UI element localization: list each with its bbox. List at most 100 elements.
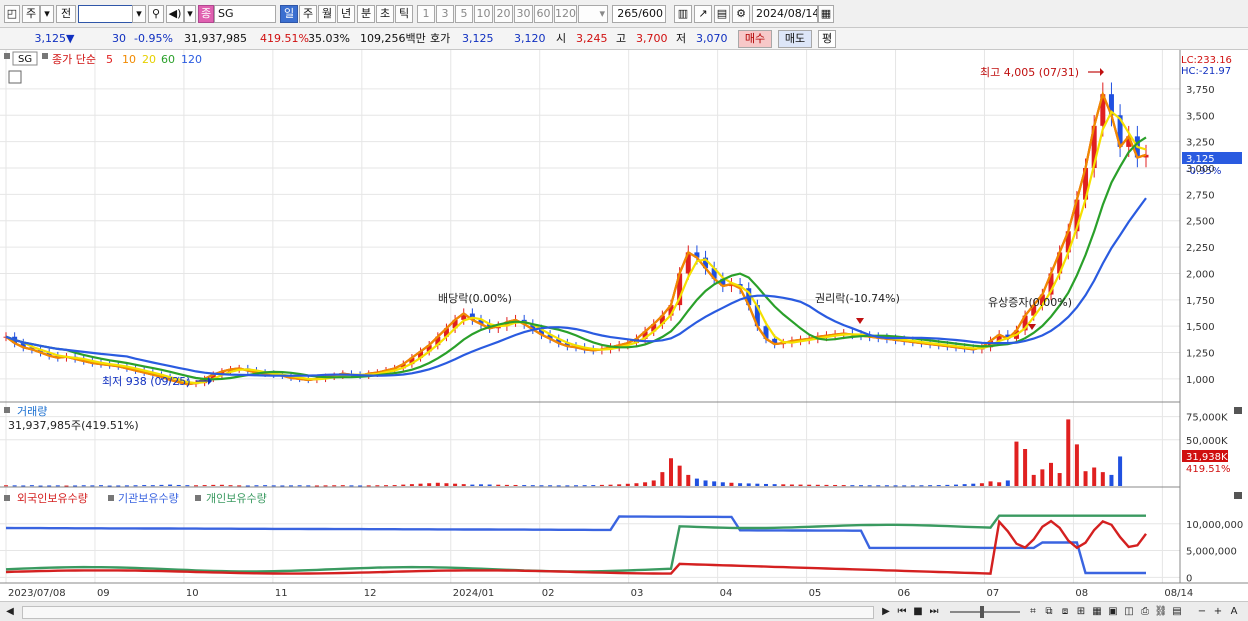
interval-20-button[interactable]: 20 xyxy=(494,5,513,23)
link-icon[interactable]: ⛓ xyxy=(1154,605,1168,619)
zoom-in-button[interactable]: + xyxy=(1212,605,1224,619)
volume-bar xyxy=(107,485,112,487)
image-icon[interactable]: ▤ xyxy=(1170,605,1184,619)
x-tick-label: 07 xyxy=(986,588,999,599)
search-icon[interactable]: ⚲ xyxy=(148,5,164,23)
chart-svg[interactable]: SG 종가 단순 5 10 20 60 120 LC:233.16 HC:-21… xyxy=(0,50,1248,602)
type-dropdown-icon[interactable]: ▾ xyxy=(40,5,54,23)
stock-name-field[interactable]: SG xyxy=(214,5,276,23)
type-select[interactable]: 주 xyxy=(22,5,40,23)
tab-month[interactable]: 월 xyxy=(318,5,336,23)
interval-60-button[interactable]: 60 xyxy=(534,5,553,23)
zoom-out-button[interactable]: − xyxy=(1196,605,1208,619)
ma-60-label: 60 xyxy=(161,53,175,66)
stock-code-input[interactable]: 255220 xyxy=(78,5,134,23)
volume-bar xyxy=(150,485,155,487)
layout-icon[interactable]: ◫ xyxy=(1122,605,1136,619)
volume-bar xyxy=(634,483,639,486)
tab-day[interactable]: 일 xyxy=(280,5,298,23)
volume-bar xyxy=(55,485,60,487)
sell-button[interactable]: 매도 xyxy=(778,30,812,48)
volume-bar xyxy=(556,485,561,487)
sector-badge[interactable]: 종 xyxy=(198,5,214,23)
tab-minute[interactable]: 분 xyxy=(357,5,375,23)
zoom-slider-handle[interactable] xyxy=(980,606,984,618)
interval-3-button[interactable]: 3 xyxy=(436,5,454,23)
volume-bar xyxy=(1040,469,1045,486)
crosshair-icon[interactable]: ⌗ xyxy=(1026,605,1040,619)
stop-icon[interactable]: ■ xyxy=(912,605,924,619)
price-tick-label: 1,500 xyxy=(1186,322,1215,333)
volume-bar xyxy=(548,485,553,487)
buy-button[interactable]: 매수 xyxy=(738,30,772,48)
grid-icon[interactable]: ▦ xyxy=(1090,605,1104,619)
settings-gear-icon[interactable]: ⚙ xyxy=(732,5,750,23)
legend-bullet xyxy=(42,53,48,59)
window-icon[interactable]: ▣ xyxy=(1106,605,1120,619)
volume-bar xyxy=(479,484,483,486)
x-tick-label: 02 xyxy=(542,588,555,599)
date-field[interactable]: 2024/08/14 xyxy=(752,5,818,23)
ma-120-label: 120 xyxy=(181,53,202,66)
scroll-right-icon[interactable]: ▶ xyxy=(880,605,892,619)
legend-individual: 개인보유수량 xyxy=(206,492,267,505)
interval-30-button[interactable]: 30 xyxy=(514,5,533,23)
volume-bar xyxy=(867,485,872,487)
scrollbar-track[interactable] xyxy=(22,606,874,619)
annotation-capital-increase: 유상증자(0.00%) xyxy=(988,296,1072,309)
volume-bar xyxy=(254,485,259,487)
price-tick-label: 1,250 xyxy=(1186,349,1215,360)
ruler-icon[interactable]: ⊞ xyxy=(1074,605,1088,619)
data-table-icon[interactable] xyxy=(8,70,22,84)
prev-button[interactable]: 전 xyxy=(56,5,76,23)
speaker-icon[interactable]: ◀) xyxy=(166,5,184,23)
volume-bar xyxy=(815,484,820,486)
tab-year[interactable]: 년 xyxy=(337,5,355,23)
zoom-slider[interactable] xyxy=(950,611,1020,613)
volume-bar xyxy=(1031,474,1036,486)
volume-bar xyxy=(289,485,293,487)
volume-bar xyxy=(228,485,233,487)
x-tick-label: 12 xyxy=(364,588,377,599)
volume-bar xyxy=(280,485,285,487)
volume-bar xyxy=(271,485,276,487)
compare-icon[interactable]: ⧈ xyxy=(1058,605,1072,619)
panel-menu-icon[interactable] xyxy=(4,53,10,59)
ma-5-line xyxy=(5,90,1147,386)
code-dropdown-icon[interactable]: ▾ xyxy=(132,5,146,23)
save-icon[interactable]: ▤ xyxy=(714,5,730,23)
volume-bar xyxy=(90,485,95,487)
print-icon[interactable]: ⎙ xyxy=(1138,605,1152,619)
chart-area[interactable]: SG 종가 단순 5 10 20 60 120 LC:233.16 HC:-21… xyxy=(0,50,1248,602)
auto-scale-button[interactable]: A xyxy=(1228,605,1240,619)
change-arrow-icon: ▼ xyxy=(66,32,75,45)
volume-close-icon[interactable] xyxy=(1234,407,1242,414)
window-menu-icon[interactable]: ◰ xyxy=(4,5,20,23)
scroll-left-icon[interactable]: ◀ xyxy=(4,605,16,619)
interval-5-button[interactable]: 5 xyxy=(455,5,473,23)
x-tick-label: 04 xyxy=(720,588,733,599)
bid-price-2: 3,120 xyxy=(514,32,546,45)
volume-panel-icon[interactable] xyxy=(4,407,10,413)
holding-close-icon[interactable] xyxy=(1234,492,1242,499)
tab-week[interactable]: 주 xyxy=(299,5,317,23)
speaker-dropdown-icon[interactable]: ▾ xyxy=(184,5,196,23)
x-tick-label: 2023/07/08 xyxy=(8,588,66,599)
go-start-icon[interactable]: ⏮ xyxy=(894,605,910,619)
count-field[interactable]: 265/600 xyxy=(612,5,666,23)
go-end-icon[interactable]: ⏭ xyxy=(926,605,942,619)
interval-dropdown[interactable]: ▾ xyxy=(578,5,608,23)
volume-bar xyxy=(168,484,173,486)
copy-icon[interactable]: ⧉ xyxy=(1042,605,1056,619)
interval-1-button[interactable]: 1 xyxy=(417,5,435,23)
indicator-icon[interactable]: ↗ xyxy=(694,5,712,23)
volume-bar xyxy=(211,484,216,486)
interval-120-button[interactable]: 120 xyxy=(554,5,577,23)
calendar-icon[interactable]: ▦ xyxy=(818,5,834,23)
tab-tick[interactable]: 틱 xyxy=(395,5,413,23)
chart-type-icon[interactable]: ▥ xyxy=(674,5,692,23)
x-tick-label: 10 xyxy=(186,588,199,599)
tab-second[interactable]: 초 xyxy=(376,5,394,23)
interval-10-button[interactable]: 10 xyxy=(474,5,493,23)
evaluate-button[interactable]: 평 xyxy=(818,30,836,48)
